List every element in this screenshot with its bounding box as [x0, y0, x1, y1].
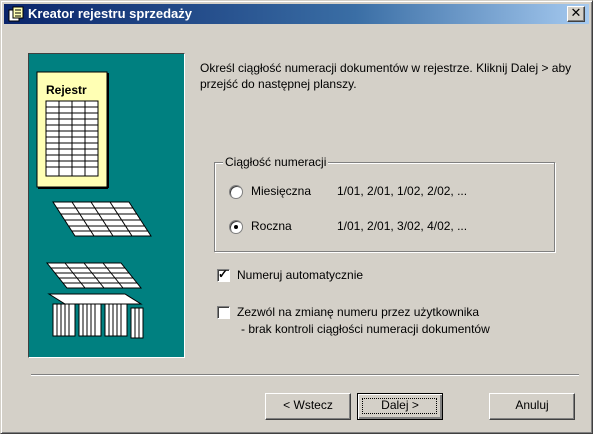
next-button-label: Dalej > [381, 398, 419, 412]
next-button[interactable]: Dalej > [357, 393, 443, 420]
allow-change-label[interactable]: Zezwól na zmianę numeru przez użytkownik… [237, 305, 479, 319]
back-button-label: < Wstecz [283, 398, 333, 412]
wizard-illustration: Rejestr [28, 53, 185, 358]
radio-yearly-button[interactable] [229, 220, 243, 234]
close-icon: ✕ [570, 6, 582, 21]
radio-monthly-label[interactable]: Miesięczna [251, 184, 311, 198]
radio-yearly-label[interactable]: Roczna [251, 219, 292, 233]
wizard-window: Kreator rejestru sprzedaży ✕ Rejestr Okr… [0, 0, 593, 434]
radio-yearly-example: 1/01, 2/01, 3/02, 4/02, ... [337, 219, 468, 233]
back-button[interactable]: < Wstecz [265, 393, 351, 420]
wizard-app-icon [8, 6, 24, 22]
cancel-button-label: Anuluj [515, 398, 549, 412]
auto-numbering-label[interactable]: Numeruj automatycznie [237, 268, 363, 282]
auto-numbering-checkbox[interactable]: ✓ [217, 267, 230, 282]
title-bar[interactable]: Kreator rejestru sprzedaży ✕ [4, 4, 589, 24]
radio-monthly-example: 1/01, 2/01, 1/02, 2/02, ... [337, 184, 468, 198]
checkmark-icon: ✓ [218, 267, 229, 281]
allow-change-checkbox[interactable] [217, 306, 230, 319]
allow-change-note: - brak kontroli ciągłości numeracji doku… [241, 322, 490, 336]
numbering-group: Ciągłość numeracji Miesięczna 1/01, 2/01… [214, 155, 555, 252]
radio-selected-dot [234, 225, 238, 229]
illustration-label: Rejestr [46, 83, 87, 97]
register-stack-illustration: Rejestr [36, 71, 152, 339]
close-button[interactable]: ✕ [567, 6, 585, 22]
cancel-button[interactable]: Anuluj [489, 393, 575, 420]
numbering-group-label: Ciągłość numeracji [223, 155, 329, 169]
intro-text: Określ ciągłość numeracji dokumentów w r… [200, 61, 572, 91]
window-title: Kreator rejestru sprzedaży [28, 6, 193, 21]
radio-monthly-button[interactable] [229, 185, 243, 199]
button-separator [31, 374, 579, 376]
